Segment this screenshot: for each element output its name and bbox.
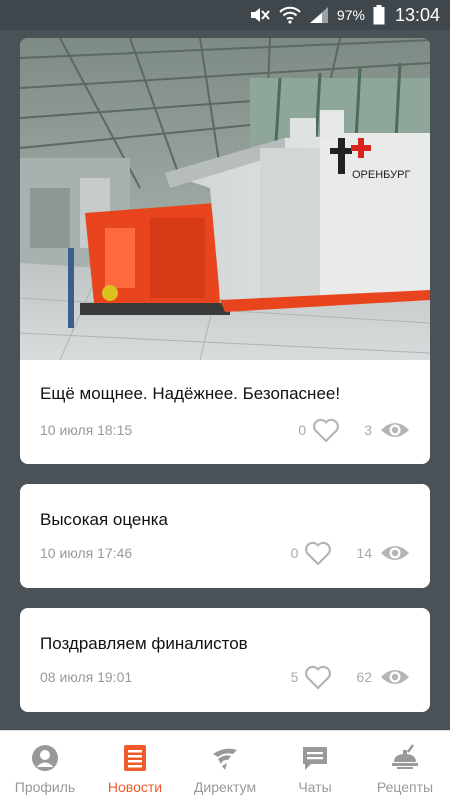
- battery-percent: 97%: [336, 7, 365, 23]
- news-card[interactable]: Поздравляем финалистов 08 июля 19:01 5 6…: [20, 608, 430, 712]
- like-count: 5: [290, 669, 299, 685]
- eye-icon: [380, 543, 410, 563]
- recipes-icon: [391, 743, 419, 773]
- news-date: 08 июля 19:01: [40, 669, 133, 685]
- eye-icon: [380, 667, 410, 687]
- heart-icon: [304, 664, 332, 690]
- views-count: 3: [364, 422, 372, 438]
- views-indicator: 3: [364, 420, 410, 440]
- views-count: 14: [356, 545, 372, 561]
- mute-icon: [249, 6, 271, 24]
- nav-item-directum[interactable]: Директум: [180, 731, 270, 800]
- logo-text: ОРЕНБУРГ: [352, 169, 410, 181]
- heart-icon: [312, 417, 340, 443]
- profile-icon: [31, 743, 59, 773]
- views-count: 62: [356, 669, 372, 685]
- directum-icon: [211, 743, 239, 773]
- eye-icon: [380, 420, 410, 440]
- views-indicator: 14: [356, 543, 410, 563]
- nav-label: Чаты: [298, 779, 332, 795]
- news-icon: [123, 743, 147, 773]
- news-date: 10 июля 17:46: [40, 545, 133, 561]
- nav-label: Профиль: [14, 779, 76, 795]
- news-feed[interactable]: ОРЕНБУРГ Ещё мощнее. Надёжнее. Безопасне…: [0, 30, 450, 730]
- nav-label: Новости: [107, 779, 163, 795]
- like-count: 0: [290, 545, 299, 561]
- like-button[interactable]: 0: [298, 417, 340, 443]
- nav-item-profile[interactable]: Профиль: [0, 731, 90, 800]
- signal-icon: [309, 6, 329, 24]
- news-meta: 10 июля 17:46 0 14: [40, 538, 410, 568]
- like-count: 0: [298, 422, 307, 438]
- nav-label: Рецепты: [376, 779, 434, 795]
- news-title[interactable]: Поздравляем финалистов: [40, 634, 248, 654]
- news-meta: 08 июля 19:01 5 62: [40, 662, 410, 692]
- views-indicator: 62: [356, 667, 410, 687]
- nav-item-news[interactable]: Новости: [90, 731, 180, 800]
- nav-item-recipes[interactable]: Рецепты: [360, 731, 450, 800]
- news-image: ОРЕНБУРГ: [20, 38, 430, 360]
- news-meta: 10 июля 18:15 0 3: [40, 415, 410, 445]
- bottom-navigation: Профиль Новости Директум Чаты Рецепты: [0, 730, 450, 800]
- status-bar: 97% 13:04: [0, 0, 450, 30]
- like-button[interactable]: 5: [291, 664, 333, 690]
- news-title[interactable]: Высокая оценка: [40, 510, 168, 530]
- news-date: 10 июля 18:15: [40, 422, 133, 438]
- nav-label: Директум: [193, 779, 257, 795]
- chat-icon: [301, 743, 329, 773]
- news-title[interactable]: Ещё мощнее. Надёжнее. Безопаснее!: [40, 384, 340, 404]
- nav-item-chats[interactable]: Чаты: [270, 731, 360, 800]
- like-button[interactable]: 0: [291, 540, 333, 566]
- battery-icon: [373, 5, 385, 25]
- news-card[interactable]: ОРЕНБУРГ Ещё мощнее. Надёжнее. Безопасне…: [20, 38, 430, 464]
- heart-icon: [304, 540, 332, 566]
- news-card[interactable]: Высокая оценка 10 июля 17:46 0 14: [20, 484, 430, 588]
- clock: 13:04: [394, 4, 440, 25]
- wifi-icon: [279, 6, 301, 24]
